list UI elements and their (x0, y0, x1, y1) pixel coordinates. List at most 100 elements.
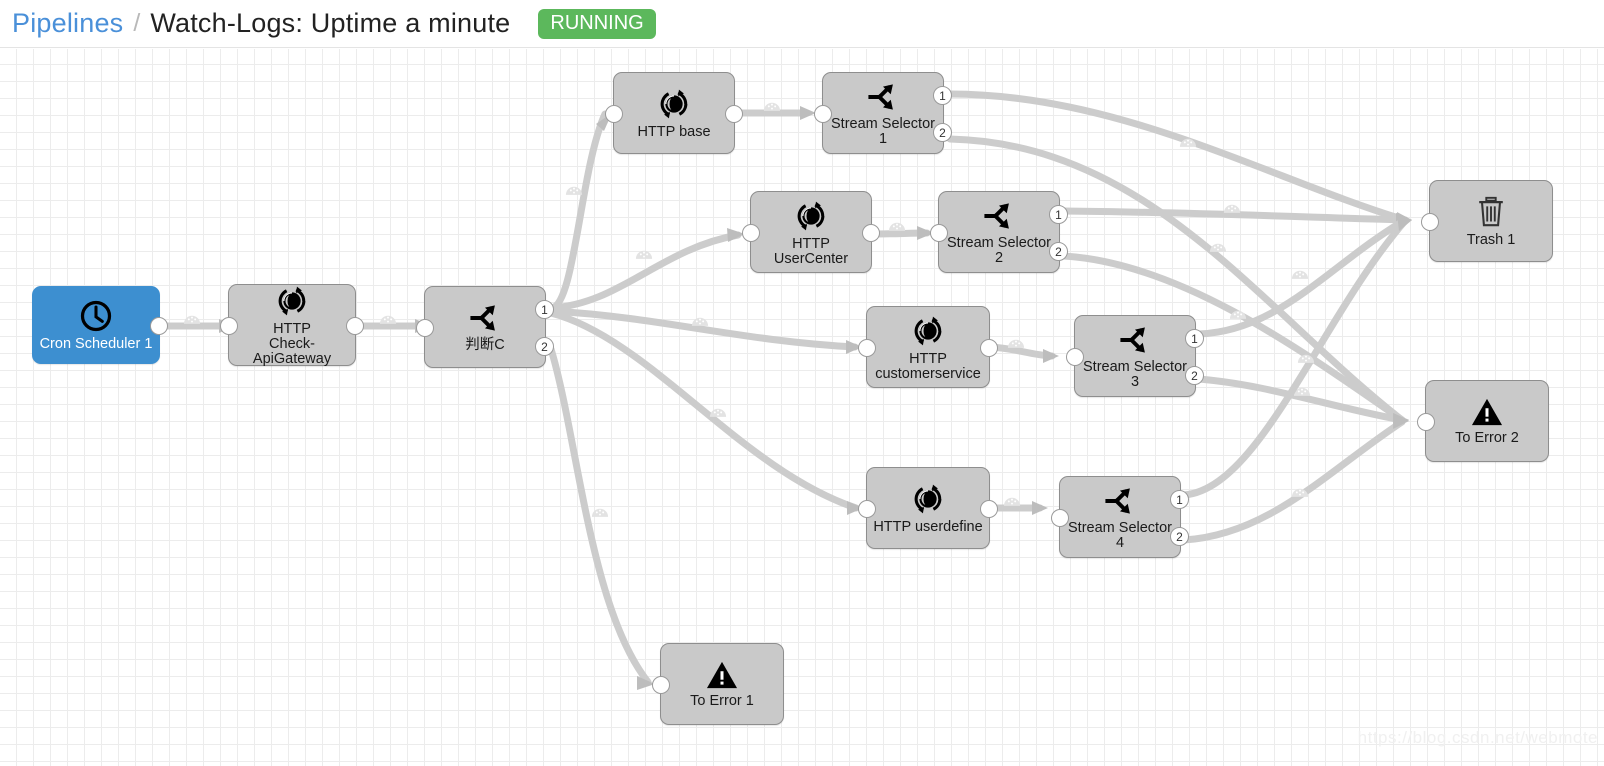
edge-metrics-badge-icon[interactable] (1007, 339, 1025, 348)
stream-selector-icon (1102, 484, 1138, 518)
node-cron[interactable]: Cron Scheduler 1 (32, 286, 168, 364)
node-output-port[interactable] (980, 500, 998, 518)
http-globe-icon (274, 283, 310, 319)
edge-judge-to-usercenter[interactable] (547, 231, 742, 312)
node-output-port-2[interactable]: 2 (933, 123, 952, 142)
edge-custsvc-to-sel3[interactable] (986, 343, 1056, 360)
edge-metrics-badge-icon[interactable] (1209, 243, 1227, 252)
node-output-port-2[interactable]: 2 (1185, 366, 1204, 385)
edge-metrics-badge-icon[interactable] (379, 315, 397, 324)
breadcrumb-separator: / (133, 9, 141, 37)
node-toerror1[interactable]: To Error 1 (652, 643, 784, 725)
edge-arrowhead (1397, 213, 1412, 231)
pipeline-canvas[interactable]: Cron Scheduler 1 HTTP Check-ApiGateway 判断C… (0, 49, 1604, 766)
node-input-port[interactable] (416, 319, 434, 337)
node-output-port-1[interactable]: 1 (933, 86, 952, 105)
edge-metrics-badge-icon[interactable] (565, 186, 583, 195)
node-custsvc[interactable]: HTTP customerservice (858, 306, 998, 388)
status-badge: RUNNING (538, 8, 656, 39)
node-label: HTTP UserCenter (773, 235, 849, 267)
node-sel1[interactable]: Stream Selector 1 1 2 (814, 72, 952, 154)
node-input-port[interactable] (652, 676, 670, 694)
edge-metrics-badge-icon[interactable] (1291, 270, 1309, 279)
node-sel4[interactable]: Stream Selector 4 1 2 (1051, 476, 1189, 558)
node-input-port[interactable] (605, 105, 623, 123)
node-label: 判断C (465, 337, 505, 353)
trash-icon (1474, 194, 1508, 230)
pipeline-editor: Pipelines / Watch-Logs: Uptime a minute … (0, 0, 1604, 766)
node-sel2[interactable]: Stream Selector 2 1 2 (930, 191, 1068, 273)
edge-arrowhead (1032, 501, 1048, 515)
edge-arrowhead (1043, 349, 1059, 363)
http-globe-icon (656, 86, 692, 122)
node-usercenter[interactable]: HTTP UserCenter (742, 191, 880, 273)
node-output-port[interactable] (725, 105, 743, 123)
node-apigw[interactable]: HTTP Check-ApiGateway (220, 283, 364, 367)
node-input-port[interactable] (220, 317, 238, 335)
node-input-port[interactable] (858, 339, 876, 357)
node-label: HTTP userdefine (873, 519, 983, 535)
node-trash1[interactable]: Trash 1 (1421, 180, 1553, 262)
edge-metrics-badge-icon[interactable] (183, 315, 201, 324)
edge-metrics-badge-icon[interactable] (888, 222, 906, 231)
node-label: HTTP customerservice (875, 350, 981, 382)
http-globe-icon (910, 313, 946, 349)
page-title: Watch-Logs: Uptime a minute (150, 8, 511, 38)
edge-metrics-badge-icon[interactable] (691, 317, 709, 326)
edge-layer (156, 90, 1412, 690)
node-label: Stream Selector 2 (947, 234, 1051, 266)
node-input-port[interactable] (858, 500, 876, 518)
node-label: To Error 1 (690, 693, 754, 709)
stream-selector-icon (865, 80, 901, 114)
node-output-port[interactable] (980, 339, 998, 357)
node-input-port[interactable] (814, 105, 832, 123)
node-output-port-1[interactable]: 1 (1170, 490, 1189, 509)
node-label: HTTP Check-ApiGateway (252, 321, 332, 367)
node-input-port[interactable] (742, 224, 760, 242)
edge-sel4-to-trash1[interactable] (1180, 217, 1409, 499)
stream-selector-icon (467, 301, 503, 335)
node-sel3[interactable]: Stream Selector 3 1 2 (1066, 315, 1204, 397)
node-output-port[interactable] (150, 317, 168, 335)
node-output-port-1[interactable]: 1 (1185, 329, 1204, 348)
node-judge[interactable]: 判断C 1 2 (416, 286, 554, 368)
node-label: Trash 1 (1466, 232, 1516, 248)
node-label: Stream Selector 4 (1068, 519, 1172, 551)
node-userdefine[interactable]: HTTP userdefine (858, 467, 998, 549)
node-output-port-2[interactable]: 2 (535, 337, 554, 356)
node-label: To Error 2 (1455, 430, 1519, 446)
edge-judge-to-httpbase[interactable] (547, 110, 609, 312)
node-input-port[interactable] (1421, 213, 1439, 231)
node-output-port-2[interactable]: 2 (1049, 242, 1068, 261)
stream-selector-icon (981, 199, 1017, 233)
node-output-port[interactable] (346, 317, 364, 335)
node-input-port[interactable] (930, 224, 948, 242)
clock-icon (78, 298, 114, 334)
node-label: Cron Scheduler 1 (39, 336, 153, 352)
node-label: HTTP base (637, 124, 711, 140)
edge-metrics-badge-icon[interactable] (635, 250, 653, 259)
node-toerror2[interactable]: To Error 2 (1417, 380, 1549, 462)
edge-metrics-badge-icon[interactable] (1003, 497, 1021, 506)
stream-selector-icon (1117, 323, 1153, 357)
node-input-port[interactable] (1417, 413, 1435, 431)
node-label: Stream Selector 3 (1083, 358, 1187, 390)
node-output-port-1[interactable]: 1 (1049, 205, 1068, 224)
warning-icon (1470, 396, 1504, 428)
node-label: Stream Selector 1 (831, 115, 935, 147)
http-globe-icon (793, 198, 829, 234)
node-httpbase[interactable]: HTTP base (605, 72, 743, 154)
node-input-port[interactable] (1051, 509, 1069, 527)
breadcrumb-pipelines-link[interactable]: Pipelines (12, 8, 123, 39)
node-output-port-1[interactable]: 1 (535, 300, 554, 319)
node-input-port[interactable] (1066, 348, 1084, 366)
page-header: Pipelines / Watch-Logs: Uptime a minute … (0, 0, 1604, 48)
edge-metrics-badge-icon[interactable] (1223, 204, 1241, 213)
node-output-port[interactable] (862, 224, 880, 242)
warning-icon (705, 659, 739, 691)
edge-metrics-badge-icon[interactable] (763, 102, 781, 111)
http-globe-icon (910, 481, 946, 517)
edge-metrics-badge-icon[interactable] (591, 508, 609, 517)
node-output-port-2[interactable]: 2 (1170, 527, 1189, 546)
edge-metrics-badge-icon[interactable] (709, 408, 727, 417)
